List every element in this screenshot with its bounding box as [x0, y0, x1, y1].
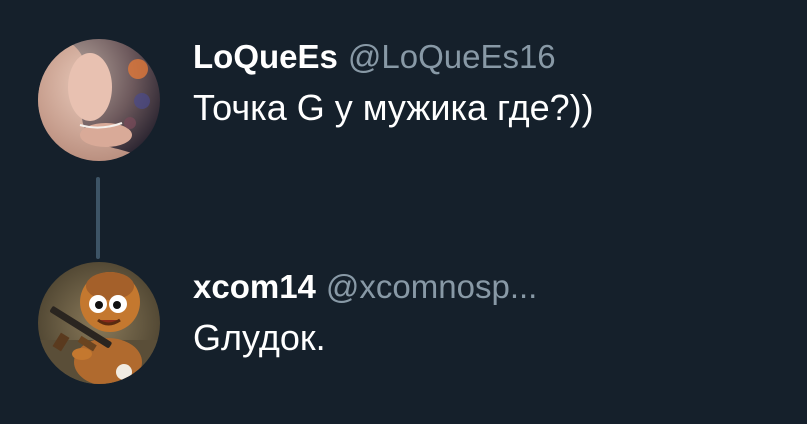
tweet-thread: LoQueEs @LoQueEs16 Точка G у мужика где?)… — [0, 0, 807, 424]
thread-connector-line — [96, 177, 100, 259]
tweet-text: Gлудок. — [193, 317, 326, 358]
tweet[interactable]: LoQueEs @LoQueEs16 Точка G у мужика где?)… — [38, 37, 798, 167]
display-name[interactable]: LoQueEs — [193, 38, 338, 75]
user-handle[interactable]: @xcomnosp... — [326, 268, 537, 305]
tweet-header: xcom14 @xcomnosp... — [193, 267, 537, 307]
avatar-cartoon-icon — [38, 262, 160, 384]
user-avatar[interactable] — [38, 39, 160, 161]
user-avatar[interactable] — [38, 262, 160, 384]
tweet[interactable]: xcom14 @xcomnosp... Gлудок. — [38, 262, 798, 397]
tweet-header: LoQueEs @LoQueEs16 — [193, 37, 556, 77]
display-name[interactable]: xcom14 — [193, 268, 316, 305]
tweet-text: Точка G у мужика где?)) — [193, 87, 594, 128]
user-handle[interactable]: @LoQueEs16 — [348, 38, 556, 75]
avatar-photo-icon — [38, 39, 160, 161]
